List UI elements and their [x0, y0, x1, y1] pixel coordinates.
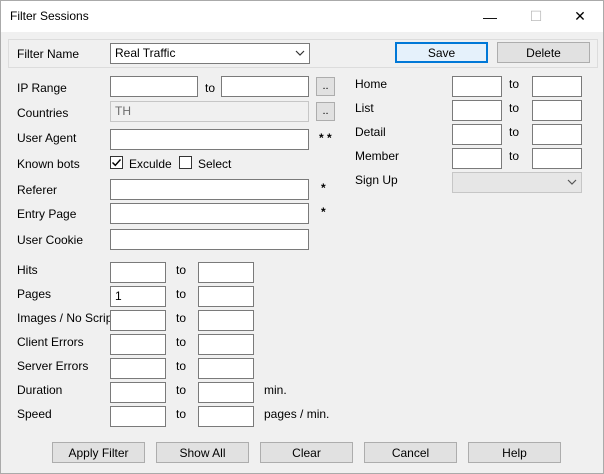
check-icon	[112, 159, 122, 167]
entry-page-input[interactable]	[110, 203, 309, 224]
select-label: Select	[198, 157, 232, 171]
window-title: Filter Sessions	[10, 9, 89, 23]
referer-marker: *	[321, 181, 326, 195]
member-label: Member	[355, 149, 400, 163]
exclude-label: Exculde	[129, 157, 172, 171]
filter-sessions-dialog: Filter Sessions — ☐ ✕ Filter Name Real T…	[0, 0, 604, 474]
pages-label: Pages	[17, 287, 52, 301]
images-from-input[interactable]	[110, 310, 166, 331]
sign-up-select	[452, 172, 582, 193]
ip-range-to-label: to	[205, 81, 216, 95]
client-errors-from-input[interactable]	[110, 334, 166, 355]
filter-name-value: Real Traffic	[115, 46, 176, 60]
known-bots-label: Known bots	[17, 157, 80, 171]
pages-to-label: to	[176, 287, 187, 301]
images-no-script-label: Images / No Script	[17, 311, 116, 325]
filter-name-label: Filter Name	[17, 47, 80, 61]
list-from-input[interactable]	[452, 100, 502, 121]
referer-label: Referer	[17, 183, 58, 197]
member-to-label: to	[509, 149, 520, 163]
ip-range-label: IP Range	[17, 81, 67, 95]
ip-range-browse-button[interactable]: ..	[316, 77, 335, 96]
show-all-button[interactable]: Show All	[156, 442, 249, 463]
title-bar: Filter Sessions — ☐ ✕	[1, 1, 603, 32]
countries-input: TH	[110, 101, 309, 122]
ip-range-from-input[interactable]	[110, 76, 198, 97]
member-to-input[interactable]	[532, 148, 582, 169]
server-errors-from-input[interactable]	[110, 358, 166, 379]
hits-to-input[interactable]	[198, 262, 254, 283]
user-cookie-label: User Cookie	[17, 233, 84, 247]
server-errors-label: Server Errors	[17, 359, 89, 373]
list-label: List	[355, 101, 374, 115]
minimize-button[interactable]: —	[467, 1, 513, 32]
hits-from-input[interactable]	[110, 262, 166, 283]
home-to-input[interactable]	[532, 76, 582, 97]
speed-label: Speed	[17, 407, 52, 421]
filter-name-select[interactable]: Real Traffic	[110, 43, 310, 64]
user-agent-input[interactable]	[110, 129, 309, 150]
sign-up-label: Sign Up	[355, 173, 398, 187]
client-errors-to-input[interactable]	[198, 334, 254, 355]
user-agent-label: User Agent	[17, 131, 77, 145]
close-icon: ✕	[574, 8, 586, 24]
home-from-input[interactable]	[452, 76, 502, 97]
duration-to-input[interactable]	[198, 382, 254, 403]
detail-to-label: to	[509, 125, 520, 139]
home-to-label: to	[509, 77, 520, 91]
delete-button[interactable]: Delete	[497, 42, 590, 63]
entry-page-marker: *	[321, 205, 326, 219]
maximize-button: ☐	[513, 1, 559, 32]
speed-from-input[interactable]	[110, 406, 166, 427]
user-agent-marker: * *	[319, 131, 332, 145]
chevron-down-icon	[567, 179, 577, 185]
duration-to-label: to	[176, 383, 187, 397]
list-to-label: to	[509, 101, 520, 115]
clear-button[interactable]: Clear	[260, 442, 353, 463]
chevron-down-icon	[295, 50, 305, 56]
ip-range-to-input[interactable]	[221, 76, 309, 97]
detail-label: Detail	[355, 125, 386, 139]
cancel-button[interactable]: Cancel	[364, 442, 457, 463]
hits-to-label: to	[176, 263, 187, 277]
list-to-input[interactable]	[532, 100, 582, 121]
select-checkbox[interactable]	[179, 156, 192, 169]
home-label: Home	[355, 77, 388, 91]
apply-filter-button[interactable]: Apply Filter	[52, 442, 145, 463]
user-cookie-input[interactable]	[110, 229, 309, 250]
speed-to-label: to	[176, 407, 187, 421]
exclude-checkbox[interactable]	[110, 156, 123, 169]
help-button[interactable]: Help	[468, 442, 561, 463]
close-window-button[interactable]: ✕	[557, 1, 603, 32]
duration-from-input[interactable]	[110, 382, 166, 403]
client-errors-to-label: to	[176, 335, 187, 349]
referer-input[interactable]	[110, 179, 309, 200]
server-errors-to-input[interactable]	[198, 358, 254, 379]
member-from-input[interactable]	[452, 148, 502, 169]
duration-unit-label: min.	[264, 383, 287, 397]
pages-from-input[interactable]: 1	[110, 286, 166, 307]
pages-to-input[interactable]	[198, 286, 254, 307]
maximize-icon: ☐	[529, 8, 543, 24]
save-button[interactable]: Save	[395, 42, 488, 63]
duration-label: Duration	[17, 383, 63, 397]
images-to-label: to	[176, 311, 187, 325]
minimize-icon: —	[483, 8, 497, 25]
images-to-input[interactable]	[198, 310, 254, 331]
speed-unit-label: pages / min.	[264, 407, 330, 421]
countries-label: Countries	[17, 106, 69, 120]
detail-from-input[interactable]	[452, 124, 502, 145]
speed-to-input[interactable]	[198, 406, 254, 427]
hits-label: Hits	[17, 263, 38, 277]
detail-to-input[interactable]	[532, 124, 582, 145]
client-errors-label: Client Errors	[17, 335, 84, 349]
entry-page-label: Entry Page	[17, 207, 77, 221]
server-errors-to-label: to	[176, 359, 187, 373]
countries-browse-button[interactable]: ..	[316, 102, 335, 121]
